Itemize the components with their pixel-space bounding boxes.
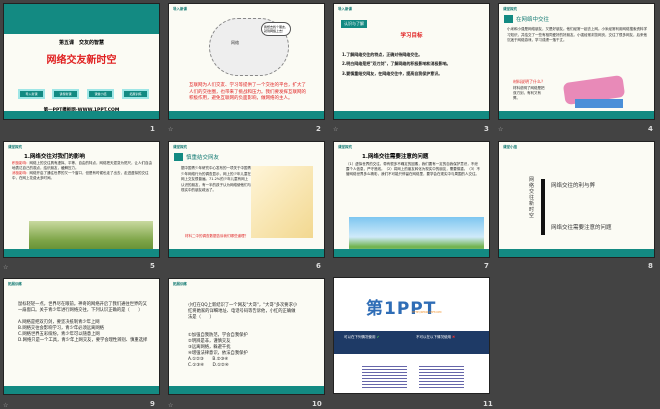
- goal-item: 2.明白网络是把"双刃剑"，了解网络的积极影响和消极影响。: [342, 61, 451, 66]
- question-text: 小红在QQ上新结识了一个网友"大哥"，"大哥"多次要求小红将她家的详细地址、电话…: [188, 303, 298, 320]
- slide-title: 学习目标: [400, 33, 423, 39]
- slide-number: 3: [484, 125, 489, 133]
- tips-text: （1）虚拟世界的交往，带有很多不确定的因素，我们要有一定的自我保护意识，不泄露个…: [346, 162, 480, 176]
- slide-thumb-1[interactable]: 第五课 交友的智慧 网络交友新时空 导入新课 讲授新课 课堂小结 拓展训练 第一…: [3, 3, 160, 120]
- section-tag: 课堂探究: [338, 145, 352, 149]
- slide-thumb-8[interactable]: 课堂小结 网络交往新时空 网络交往的利与弊 网络交往需要注意的问题: [498, 141, 655, 258]
- slide-thumb-2[interactable]: 导入新课 网络 我想去找个朋友，就到网络上去！ 互联网为人们交友、学习等提供了一…: [168, 3, 325, 120]
- footer-band: [4, 249, 159, 257]
- animation-icon[interactable]: ☆: [498, 126, 503, 133]
- link-list: [419, 364, 464, 388]
- slide-title: 网络交友新时空: [46, 55, 117, 66]
- slide-number: 6: [316, 262, 321, 270]
- title-band: [4, 4, 159, 34]
- footer-band: [334, 111, 489, 119]
- cross-icon: ✖: [452, 335, 456, 339]
- section-tag: 课堂探究: [503, 7, 517, 11]
- survey-text: 据中国青少年研究中心发布的一项关于中国青少年网络行为的调查显示，网上的少年儿童在…: [181, 166, 251, 192]
- lesson-subtitle: 第五课 交友的智慧: [58, 40, 104, 46]
- slide-thumb-11[interactable]: 第1PPT HTTP://WWW.1PPT.COM 可以在下列情况使用 ✔ 不可…: [333, 277, 490, 394]
- negative-text: 网络开启了通往世界的又一个窗口，但是有时候也走了出去，走进虚拟的交往中，在网上花…: [12, 171, 149, 180]
- forbidden-heading: 不可以在以下情况使用 ✖: [416, 335, 455, 340]
- answer-text: 材料说明了网络是把双刃剑，有利又有弊。: [513, 86, 545, 100]
- animation-icon[interactable]: ☆: [168, 126, 173, 133]
- section-tag: 导入新课: [173, 7, 187, 11]
- positive-text: 网络上的交往具有虚拟、平等、自由的特点，网络把天涯变为咫尺，让人们自由地表达自己…: [12, 161, 152, 170]
- slide-thumb-7[interactable]: 课堂探究 1.网络交往需要注意的问题 （1）虚拟世界的交往，带有很多不确定的因素…: [333, 141, 490, 258]
- section-tag: 课堂探究: [173, 145, 187, 149]
- slide-number: 7: [484, 262, 489, 270]
- slide-number: 11: [483, 400, 493, 408]
- slide-number: 2: [316, 125, 321, 133]
- question-text: 材料二中的调查数据告诉我们哪些道理？: [185, 234, 248, 238]
- brand-logo: 第1PPT: [366, 299, 437, 319]
- cloud-label: 网络: [231, 40, 239, 45]
- question-text: 材料说明了什么？: [513, 79, 545, 84]
- footer-band: [4, 111, 159, 119]
- positive-label: 积极影响：: [12, 161, 30, 165]
- footer-band: [499, 111, 654, 119]
- usage-band: 可以在下列情况使用 ✔ 不可以在以下情况使用 ✖: [334, 331, 489, 354]
- slide-number: 9: [150, 400, 155, 408]
- slide-thumb-6[interactable]: 课堂探究 慎重结交网友 据中国青少年研究中心发布的一项关于中国青少年网络行为的调…: [168, 141, 325, 258]
- slide-number: 1: [150, 125, 155, 133]
- slide-title: 1.网络交往需要注意的问题: [362, 154, 429, 160]
- footer-band: [334, 249, 489, 257]
- allowed-label: 可以在下列情况使用: [344, 335, 376, 339]
- allowed-heading: 可以在下列情况使用 ✔: [344, 335, 380, 340]
- section-tag: 导入新课: [338, 7, 352, 11]
- slide-title: 1.网络交往对我们的影响: [24, 154, 85, 160]
- slide-thumb-3[interactable]: 导入新课 认识与了解 学习目标 1.了解网络交往的特点，正确对待网络交往。 2.…: [333, 3, 490, 120]
- heading-icon: [174, 153, 183, 161]
- summary-vertical-title: 网络交往新时空: [529, 177, 535, 219]
- animation-icon[interactable]: ☆: [333, 126, 338, 133]
- link-list: [362, 364, 407, 388]
- question-text: 鼠标轻轻一点，世界尽在眼前。神奇的网络开启了我们通往世界的又一扇窗口。关于青少年…: [18, 302, 147, 313]
- animation-icon[interactable]: ☆: [3, 264, 8, 271]
- cartoon-illustration: [251, 166, 313, 238]
- goal-item: 3.要慎重结交网友，在网络交往中，提高自我保护意识。: [342, 71, 443, 76]
- negative-label: 消极影响：: [12, 171, 30, 175]
- story-text: 小米和小强是网络朋友，又是好朋友。他们经常一起去上网。小米经常利用网络搜索资料学…: [507, 27, 647, 42]
- answer-choices: C.①③④ D.①②④: [188, 363, 229, 368]
- nav-button: 拓展训练: [122, 89, 149, 99]
- section-badge: 认识与了解: [341, 20, 367, 28]
- summary-branch: 网络交往需要注意的问题: [551, 225, 612, 231]
- brand-url: HTTP://WWW.1PPT.COM: [412, 311, 442, 314]
- footer-band: [4, 386, 159, 394]
- slide-thumb-10[interactable]: 拓展训练 小红在QQ上新结识了一个网友"大哥"，"大哥"多次要求小红将她家的详细…: [168, 278, 325, 395]
- nav-button: 课堂小结: [87, 89, 114, 99]
- slide-thumb-4[interactable]: 课堂探究 在网络中交往 小米和小强是网络朋友，又是好朋友。他们经常一起去上网。小…: [498, 3, 655, 120]
- speech-bubble: 我想去找个朋友，就到网络上去！: [261, 22, 291, 36]
- bracket-line: [541, 179, 545, 235]
- option-d: D.网络只是一个工具，青少年上网交友，要学会理性辨别、慎重选择: [18, 338, 148, 343]
- paper-illustration: [575, 99, 623, 108]
- slide-thumb-9[interactable]: 拓展训练 鼠标轻轻一点，世界尽在眼前。神奇的网络开启了我们通往世界的又一扇窗口。…: [3, 278, 160, 395]
- section-tag: 课堂小结: [503, 145, 517, 149]
- slide-number: 5: [150, 262, 155, 270]
- slide-number: 10: [312, 400, 322, 408]
- goal-item: 1.了解网络交往的特点，正确对待网络交往。: [342, 52, 423, 57]
- section-tag: 拓展训练: [8, 282, 22, 286]
- footer-band: [169, 111, 324, 119]
- slide-heading: 在网络中交往: [516, 17, 550, 23]
- forbidden-label: 不可以在以下情况使用: [416, 335, 451, 339]
- slide-number: 4: [648, 125, 653, 133]
- summary-branch: 网络交往的利与弊: [551, 183, 596, 189]
- nav-button: 讲授新课: [52, 89, 79, 99]
- intro-text: 互联网为人们交友、学习等提供了一个交往的平台，扩大了人们的交往圈，也带来了挑战和…: [189, 83, 306, 101]
- footer-band: [169, 386, 324, 394]
- footer-band: [499, 249, 654, 257]
- heading-icon: [504, 15, 513, 23]
- slide-thumb-5[interactable]: 课堂探究 1.网络交往对我们的影响 积极影响：网络上的交往具有虚拟、平等、自由的…: [3, 141, 160, 258]
- check-icon: ✔: [376, 335, 380, 339]
- footer-band: [169, 249, 324, 257]
- section-tag: 拓展训练: [173, 282, 187, 286]
- section-tag: 课堂探究: [8, 145, 22, 149]
- nav-button: 导入新课: [18, 89, 45, 99]
- slide-heading: 慎重结交网友: [186, 155, 220, 161]
- slide-number: 8: [648, 262, 653, 270]
